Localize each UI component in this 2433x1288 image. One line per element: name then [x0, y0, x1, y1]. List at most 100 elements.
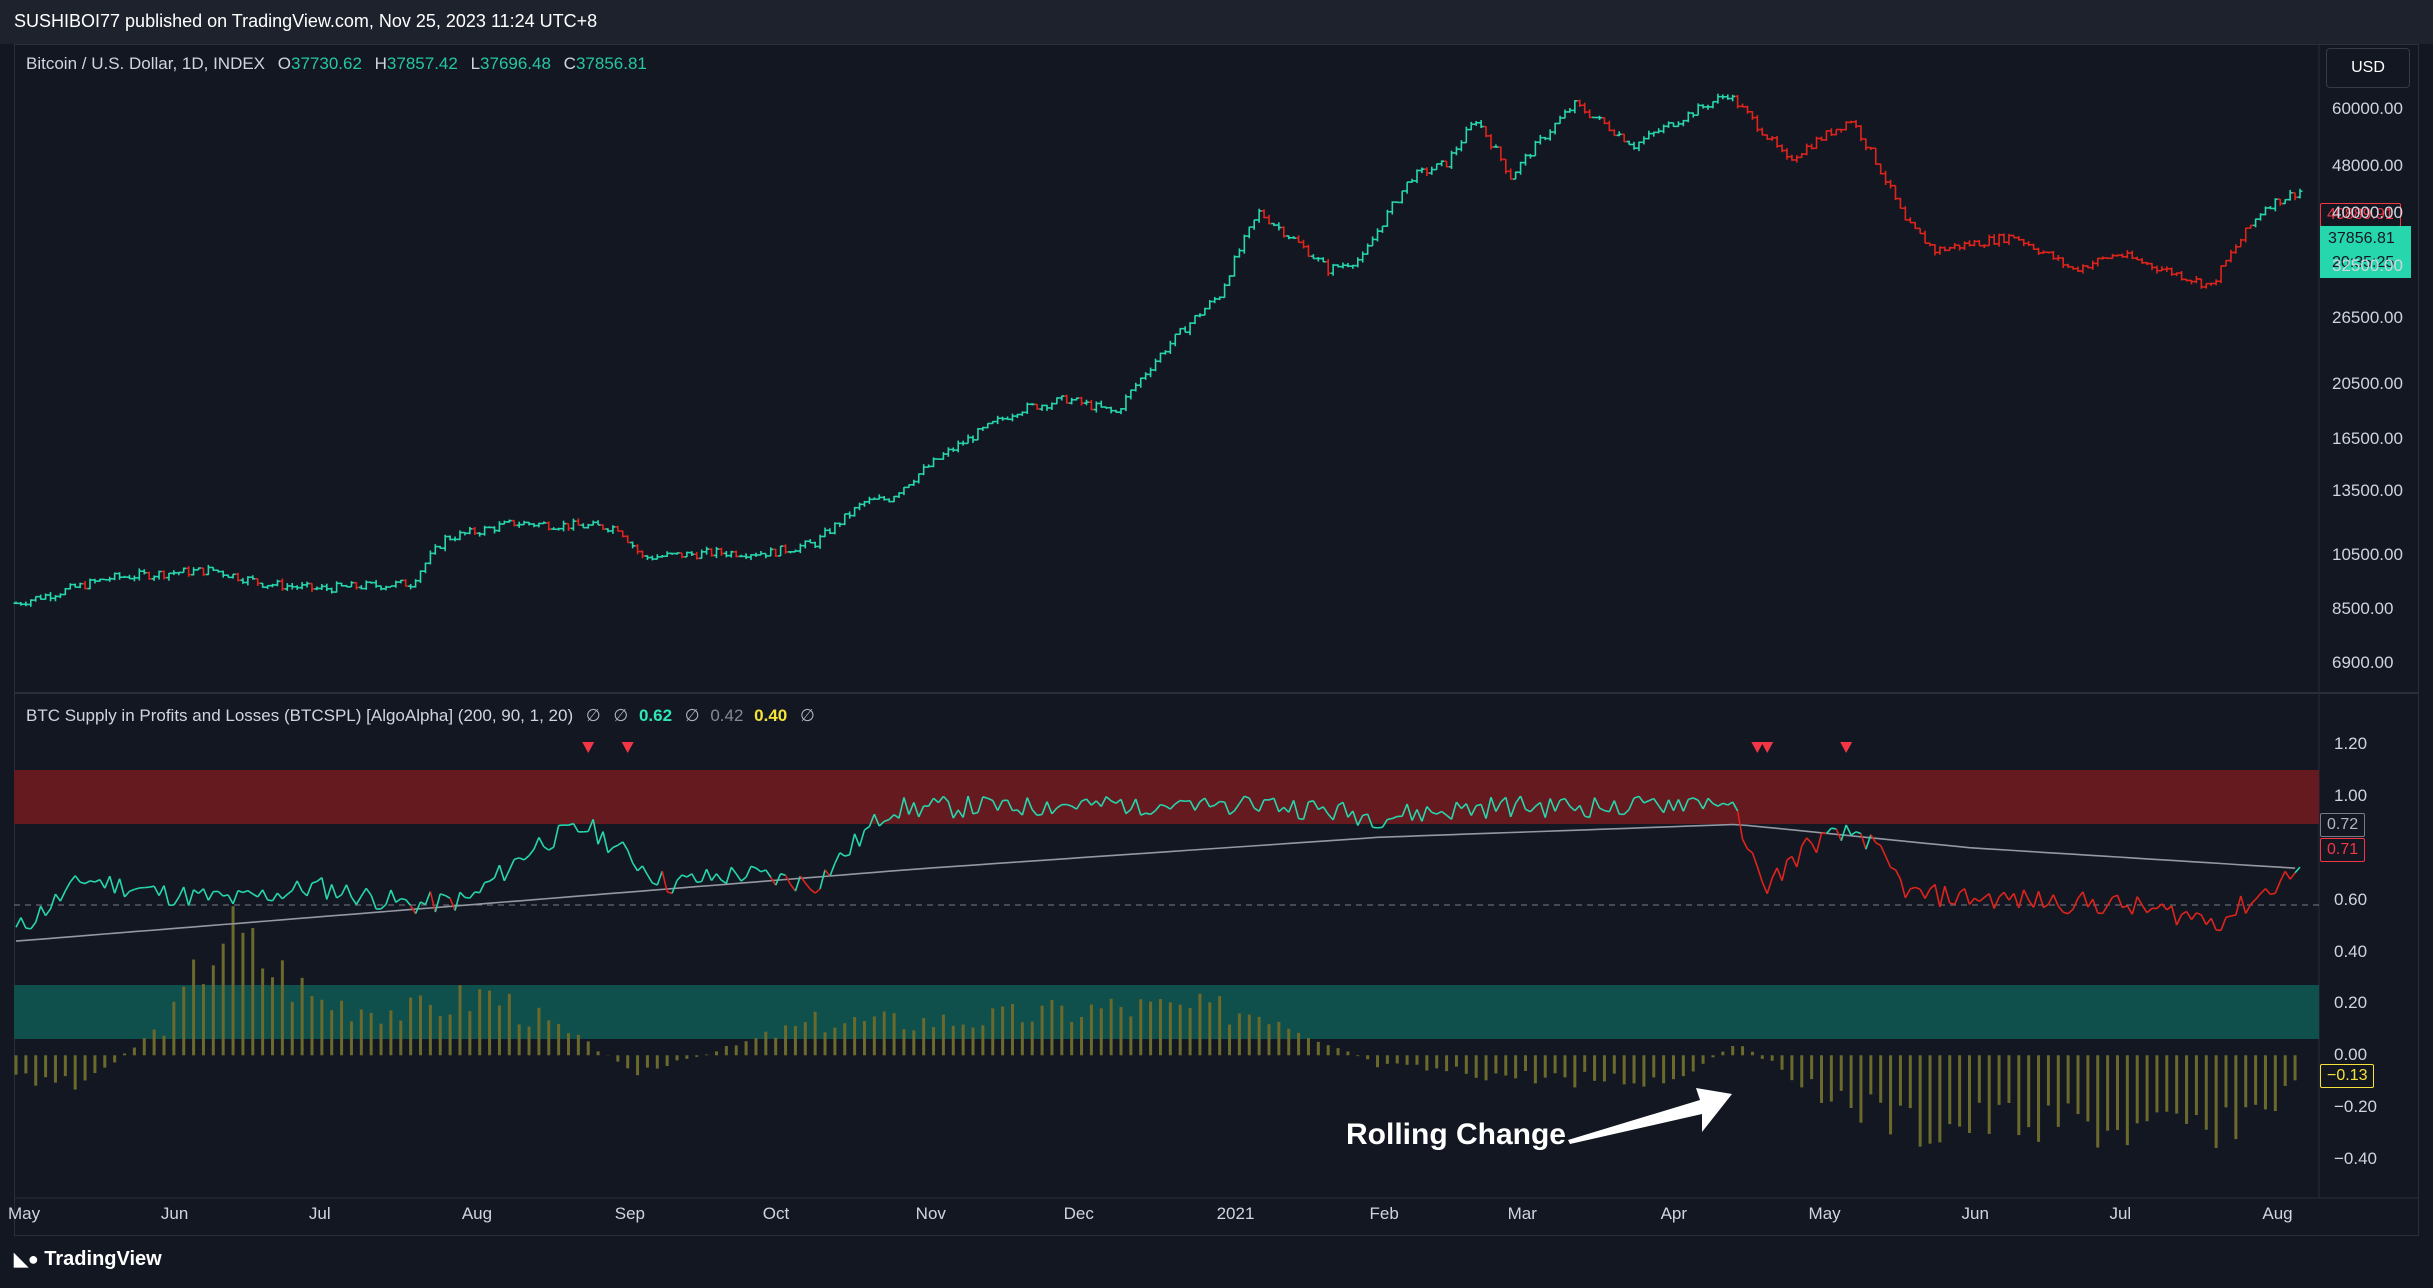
- oscillator-segment: [730, 866, 737, 875]
- oscillator-segment: [2284, 870, 2291, 880]
- oscillator-segment: [429, 891, 437, 913]
- oscillator-segment: [1781, 859, 1788, 881]
- indicator-empty-2: ∅: [613, 706, 629, 725]
- histogram-bar: [1573, 1055, 1577, 1088]
- histogram-bar: [1859, 1055, 1863, 1123]
- oscillator-segment: [1890, 866, 1896, 871]
- histogram-bar: [616, 1055, 620, 1062]
- histogram-bar: [1188, 1007, 1192, 1056]
- oscillator-segment: [631, 862, 639, 872]
- histogram-bar: [1040, 1005, 1044, 1056]
- oscillator-segment: [267, 899, 273, 902]
- oscillator-segment: [478, 882, 486, 894]
- histogram-bar: [1336, 1048, 1340, 1056]
- oscillator-segment: [864, 825, 870, 831]
- histogram-bar: [379, 1023, 383, 1056]
- histogram-bar: [261, 968, 265, 1056]
- histogram-bar: [1741, 1046, 1745, 1056]
- oscillator-segment: [237, 889, 244, 894]
- histogram-bar: [567, 1033, 571, 1056]
- oscillator-segment: [99, 879, 106, 889]
- oscillator-segment: [311, 880, 318, 884]
- histogram-bar: [675, 1055, 679, 1061]
- oscillator-segment: [844, 854, 850, 857]
- histogram-bar: [547, 1020, 551, 1056]
- open-value: 37730.62: [291, 54, 362, 73]
- histogram-bar: [892, 1013, 896, 1056]
- oscillator-segment: [1810, 842, 1818, 854]
- oscillator-segment: [118, 878, 126, 898]
- oscillator-segment: [108, 875, 116, 894]
- oscillator-segment: [1934, 884, 1941, 908]
- oscillator-segment: [34, 905, 42, 923]
- oscillator-segment: [622, 841, 629, 851]
- oscillator-segment: [153, 885, 160, 896]
- oscillator-segment: [834, 852, 841, 864]
- histogram-bar: [576, 1034, 580, 1056]
- oscillator-segment: [1825, 827, 1832, 835]
- oscillator-segment: [1761, 881, 1768, 894]
- histogram-bar: [1267, 1024, 1271, 1056]
- histogram-bar: [2046, 1055, 2050, 1106]
- oscillator-segment: [400, 897, 406, 901]
- histogram-bar: [1829, 1055, 1833, 1102]
- histogram-bar: [1672, 1055, 1676, 1080]
- histogram-bar: [1445, 1055, 1449, 1072]
- histogram-bar: [1464, 1055, 1468, 1074]
- histogram-bar: [1099, 1008, 1103, 1056]
- oscillator-segment: [330, 884, 338, 899]
- footer-brand[interactable]: ◣● TradingView: [14, 1248, 162, 1271]
- oscillator-segment: [760, 869, 767, 873]
- histogram-bar: [1770, 1055, 1774, 1061]
- histogram-bar: [527, 1026, 531, 1056]
- histogram-bar: [1089, 1004, 1093, 1056]
- oscillator-segment: [765, 869, 772, 878]
- price-candles: [13, 93, 2303, 607]
- oscillator-segment: [676, 874, 683, 881]
- oscillator-segment: [296, 880, 303, 892]
- price-axis-tick: 26500.00: [2332, 307, 2403, 327]
- oscillator-segment: [1924, 888, 1931, 899]
- oscillator-segment: [54, 893, 62, 902]
- oscillator-segment: [819, 869, 826, 890]
- price-legend: Bitcoin / U.S. Dollar, 1D, INDEX O37730.…: [26, 54, 647, 74]
- price-axis-tick: 48000.00: [2332, 155, 2403, 175]
- symbol-name[interactable]: Bitcoin / U.S. Dollar, 1D, INDEX: [26, 54, 265, 73]
- histogram-bar: [714, 1051, 718, 1056]
- oscillator-segment: [533, 837, 540, 850]
- oscillator-segment: [94, 878, 101, 883]
- histogram-bar: [1297, 1032, 1301, 1056]
- price-axis-tick: 8500.00: [2332, 599, 2394, 619]
- oscillator-segment: [543, 846, 550, 851]
- histogram-bar: [172, 1001, 176, 1056]
- oscillator-segment: [1796, 845, 1803, 868]
- oscillator-segment: [1978, 896, 1985, 903]
- histogram-bar: [1908, 1055, 1912, 1109]
- oscillator-segment: [538, 837, 545, 848]
- histogram-bar: [902, 1029, 906, 1056]
- oscillator-segment: [1875, 841, 1882, 847]
- oscillator-segment: [1180, 799, 1186, 803]
- oscillator-segment: [232, 890, 239, 905]
- oscillator-segment: [715, 873, 723, 881]
- oscillator-segment: [2294, 866, 2301, 874]
- histogram-bar: [1731, 1045, 1735, 1056]
- histogram-bar: [695, 1055, 699, 1057]
- oscillator-segment: [548, 846, 555, 851]
- time-axis-tick: Nov: [915, 1204, 946, 1223]
- currency-button[interactable]: USD: [2326, 48, 2410, 88]
- indicator-name[interactable]: BTC Supply in Profits and Losses (BTCSPL…: [26, 706, 573, 725]
- oscillator-segment: [129, 888, 135, 893]
- histogram-bar: [2076, 1055, 2080, 1115]
- oscillator-segment: [390, 889, 397, 903]
- histogram-bar: [300, 977, 304, 1056]
- chart-svg[interactable]: [0, 0, 2433, 1288]
- oscillator-segment: [1884, 855, 1892, 868]
- histogram-bar: [1356, 1055, 1360, 1057]
- oscillator-segment: [134, 887, 140, 891]
- oscillator-segment: [197, 888, 205, 895]
- low-value: 37696.48: [480, 54, 551, 73]
- oscillator-segment: [1308, 800, 1314, 803]
- oscillator-segment: [1968, 897, 1976, 905]
- histogram-bar: [24, 1055, 28, 1074]
